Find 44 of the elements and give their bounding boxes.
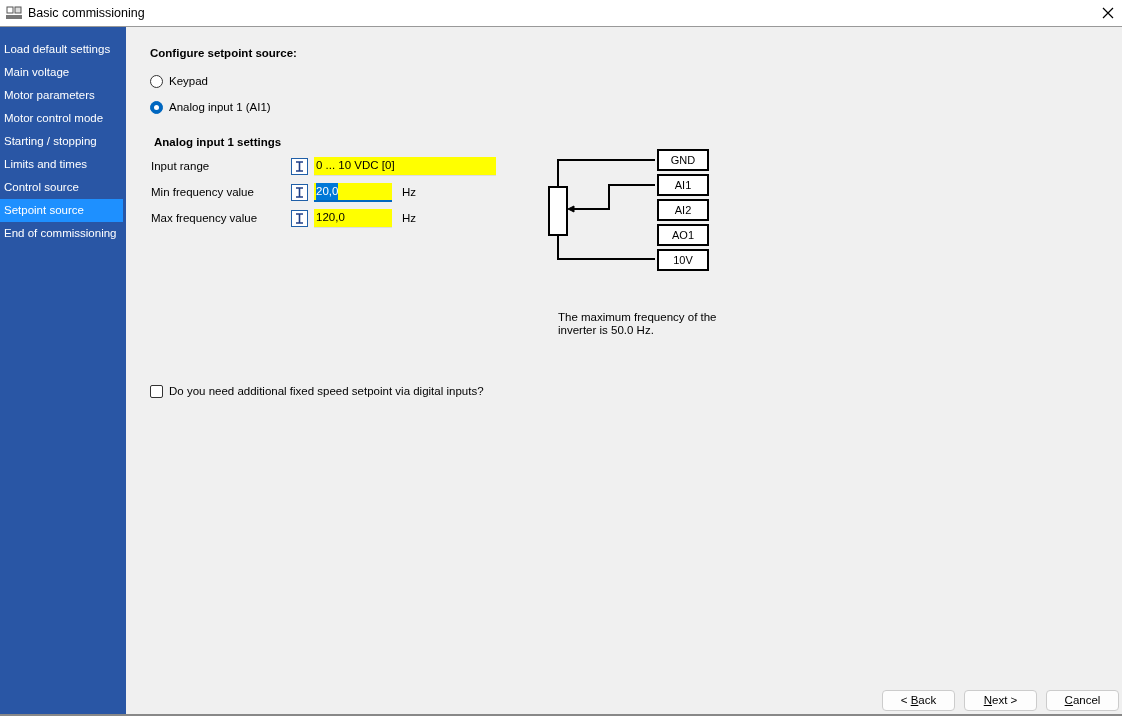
text-cursor-icon[interactable] xyxy=(291,210,308,227)
terminal-label: 10V xyxy=(673,254,693,267)
terminal-box xyxy=(657,199,709,222)
unit-label: Hz xyxy=(402,184,417,200)
radio-label[interactable]: Keypad xyxy=(169,72,208,90)
terminal-label: AI1 xyxy=(674,179,692,192)
checkbox-label[interactable]: Do you need additional fixed speed setpoint via digital inputs? xyxy=(169,383,484,401)
terminal-box xyxy=(657,224,709,247)
sidebar-item[interactable]: Starting / stopping xyxy=(0,130,123,153)
radio-label[interactable]: Analog input 1 (AI1) xyxy=(169,98,271,116)
input-field[interactable]: 120,0 xyxy=(314,209,392,228)
sidebar-item[interactable]: Motor control mode xyxy=(0,107,123,130)
input-field[interactable]: 20,0 xyxy=(314,183,392,202)
sidebar-item[interactable]: Control source xyxy=(0,176,123,199)
dialog-button[interactable]: Cancel xyxy=(1046,690,1119,711)
terminal-label: AO1 xyxy=(672,229,694,242)
terminal-label: GND xyxy=(670,154,696,167)
sidebar-item[interactable]: Limits and times xyxy=(0,153,123,176)
section-heading: Configure setpoint source: xyxy=(150,46,298,61)
sidebar-item[interactable]: Main voltage xyxy=(0,61,123,84)
radio-button[interactable] xyxy=(150,100,163,114)
text-cursor-icon[interactable] xyxy=(291,184,308,201)
radio-button[interactable] xyxy=(150,74,163,88)
terminal-box xyxy=(657,249,709,272)
dialog-button[interactable]: < Back xyxy=(882,690,955,711)
close-icon[interactable] xyxy=(1102,7,1114,19)
terminal-box xyxy=(657,149,709,172)
section-heading: Analog input 1 settings xyxy=(153,135,283,151)
field-label: Min frequency value xyxy=(150,184,255,200)
checkbox[interactable] xyxy=(150,385,163,399)
window-title: Basic commissioning xyxy=(28,4,145,22)
app-icon xyxy=(6,6,22,20)
sidebar-item[interactable]: End of commissioning xyxy=(0,222,123,245)
sidebar-item[interactable]: Motor parameters xyxy=(0,84,123,107)
sidebar-item[interactable]: Load default settings xyxy=(0,38,123,61)
text-cursor-icon[interactable] xyxy=(291,158,308,175)
field-label: Max frequency value xyxy=(150,210,259,226)
input-field[interactable]: 0 ... 10 VDC [0] xyxy=(314,157,496,176)
dialog-button[interactable]: Next > xyxy=(964,690,1037,711)
info-text: The maximum frequency of the inverter is 50.0 Hz. xyxy=(558,311,718,338)
terminal-label: AI2 xyxy=(674,204,692,217)
terminal-box xyxy=(657,174,709,197)
field-label: Input range xyxy=(150,158,211,174)
unit-label: Hz xyxy=(402,210,417,226)
